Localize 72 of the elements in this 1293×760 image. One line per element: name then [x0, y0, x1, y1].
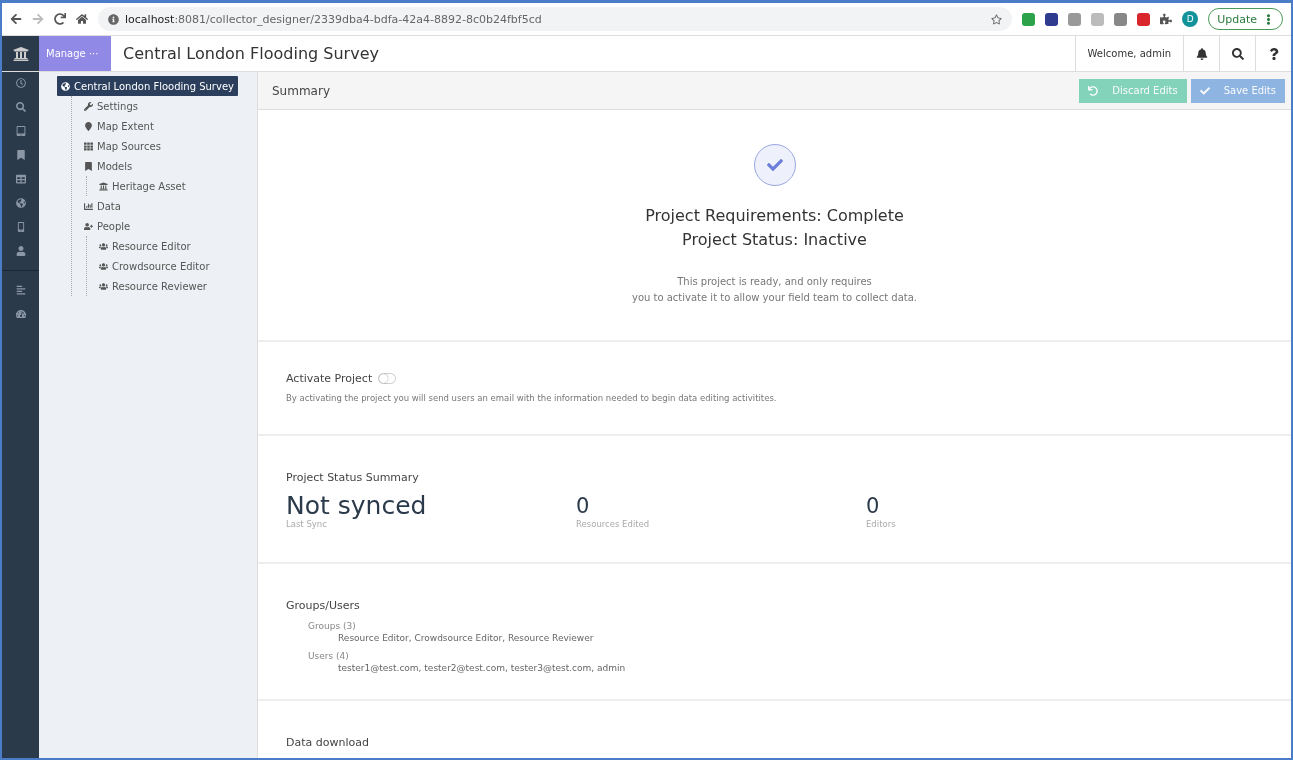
home-icon[interactable]: [76, 13, 88, 25]
back-icon[interactable]: [10, 13, 22, 25]
tree-item[interactable]: Heritage Asset: [95, 176, 190, 196]
profile-avatar[interactable]: D: [1182, 11, 1199, 27]
search-icon: [1231, 47, 1244, 60]
logo-icon[interactable]: [2, 36, 39, 71]
globe-icon: [61, 81, 70, 91]
bookmark-icon[interactable]: [15, 150, 26, 160]
entry-label: Users (4): [308, 651, 349, 661]
check-icon: [753, 144, 796, 186]
users-icon: [99, 281, 108, 291]
groups-users-title: Groups/Users: [286, 599, 360, 612]
bar-chart-icon: [84, 201, 93, 211]
extension-icon[interactable]: [1137, 12, 1151, 26]
tree-item[interactable]: Map Extent: [80, 116, 158, 136]
activate-description: By activating the project you will send users an email with the information needed to begin data editing activitites.: [286, 393, 778, 403]
stat-label: Last Sync: [286, 519, 327, 529]
clock-icon[interactable]: [15, 78, 26, 88]
gauge-icon[interactable]: [15, 309, 26, 319]
phone-icon[interactable]: [15, 222, 26, 232]
tree-item[interactable]: Data: [80, 196, 125, 216]
entry-label: Groups (3): [308, 621, 356, 631]
tree-item[interactable]: Resource Reviewer: [95, 276, 211, 296]
globe-icon[interactable]: [15, 198, 26, 208]
undo-icon: [1088, 85, 1099, 96]
stat-label: Resources Edited: [576, 519, 650, 529]
bookmark-icon: [84, 161, 93, 171]
data-download-title: Data download: [286, 736, 369, 749]
activate-label: Activate Project: [286, 372, 373, 385]
entry-value: tester1@test.com, tester2@test.com, tester3@test.com, admin: [338, 663, 626, 673]
bell-icon: [1195, 47, 1208, 60]
tree-item[interactable]: Map Sources: [80, 136, 165, 156]
status-message: This project is ready, and only requires you to activate it to allow your field team to collect data.: [631, 275, 917, 305]
user-icon[interactable]: [15, 246, 26, 256]
update-button[interactable]: Update: [1208, 8, 1283, 30]
tablet-icon[interactable]: [15, 126, 26, 136]
grid-icon: [84, 141, 93, 151]
tree-item[interactable]: Settings: [80, 96, 142, 116]
search-icon[interactable]: [15, 102, 26, 112]
table-icon[interactable]: [15, 174, 26, 184]
info-icon: [108, 13, 119, 25]
requirements-text: Project Requirements: Complete: [645, 205, 904, 227]
list-icon[interactable]: [15, 285, 26, 295]
url-text: localhost:8081/collector_designer/2339dba4-bdfa-42a4-8892-8c0b24fbf5cd: [125, 12, 542, 26]
section-title: Summary: [272, 83, 331, 98]
stat-value: 0: [866, 493, 880, 519]
check-icon: [1199, 85, 1210, 96]
tree-item[interactable]: People: [80, 216, 135, 236]
extension-icon[interactable]: [1045, 12, 1059, 26]
help-icon: [1267, 47, 1280, 60]
tree-item[interactable]: Central London Flooding Survey: [57, 76, 238, 96]
building-icon: [99, 181, 108, 191]
map-marker-icon: [84, 121, 93, 131]
reload-icon[interactable]: [54, 13, 66, 25]
user-plus-icon: [84, 221, 93, 231]
status-text: Project Status: Inactive: [682, 229, 867, 251]
entry-value: Resource Editor, Crowdsource Editor, Resource Reviewer: [338, 633, 594, 643]
stat-value: 0: [576, 493, 590, 519]
activate-toggle[interactable]: [378, 373, 397, 384]
status-summary-title: Project Status Summary: [286, 471, 419, 484]
stat-value: Not synced: [286, 493, 427, 519]
tree-item[interactable]: Resource Editor: [95, 236, 195, 256]
users-icon: [99, 241, 108, 251]
address-bar[interactable]: localhost:8081/collector_designer/2339dba4-bdfa-42a4-8892-8c0b24fbf5cd: [98, 7, 1013, 31]
puzzle-icon[interactable]: [1160, 13, 1173, 25]
wrench-icon: [84, 101, 93, 111]
tree-item[interactable]: Models: [80, 156, 137, 176]
stat-label: Editors: [866, 519, 896, 529]
users-icon: [99, 261, 108, 271]
project-title: Central London Flooding Survey: [122, 43, 380, 65]
tree-item[interactable]: Crowdsource Editor: [95, 256, 214, 276]
star-icon[interactable]: [991, 13, 1003, 25]
